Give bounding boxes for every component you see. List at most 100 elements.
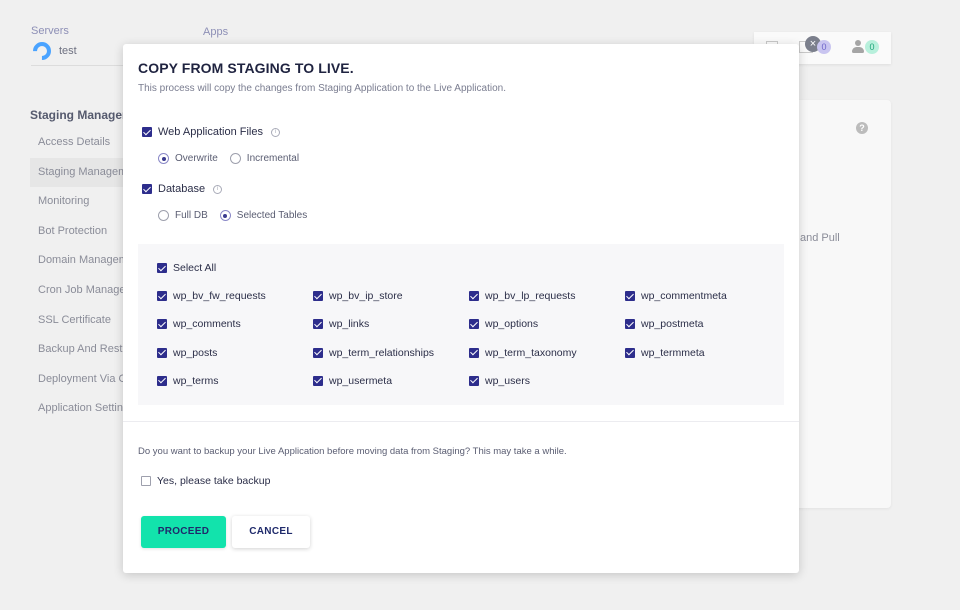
database-label: Database: [158, 183, 206, 195]
sidebar-item[interactable]: Staging Managem: [30, 157, 130, 188]
backup-question: Do you want to backup your Live Applicat…: [138, 446, 567, 457]
sidebar-item[interactable]: Application Settin: [30, 394, 130, 424]
modal-divider: [123, 421, 799, 422]
table-checkbox[interactable]: [313, 347, 323, 358]
select-all-option[interactable]: Select All: [157, 262, 216, 274]
table-name: wp_terms: [173, 374, 219, 387]
table-option[interactable]: wp_posts: [157, 346, 313, 360]
table-option[interactable]: wp_term_taxonomy: [469, 346, 625, 360]
sidebar-item[interactable]: Bot Protection: [30, 217, 130, 247]
web-files-option[interactable]: Web Application Files i: [142, 126, 280, 138]
table-checkbox[interactable]: [313, 319, 323, 330]
modal-subtitle: This process will copy the changes from …: [138, 83, 506, 94]
table-name: wp_bv_lp_requests: [485, 290, 576, 302]
table-name: wp_postmeta: [641, 318, 704, 331]
help-icon[interactable]: ?: [856, 122, 868, 134]
cancel-button[interactable]: CANCEL: [232, 516, 310, 548]
radio-selected-tables[interactable]: Selected Tables: [219, 210, 308, 221]
table-checkbox[interactable]: [625, 319, 635, 330]
table-checkbox[interactable]: [157, 375, 167, 386]
table-option[interactable]: wp_terms: [157, 374, 313, 388]
table-name: wp_comments: [173, 318, 241, 331]
radio-incremental[interactable]: Incremental: [229, 153, 299, 164]
database-option[interactable]: Database i: [142, 183, 223, 195]
radio-overwrite[interactable]: Overwrite: [158, 153, 218, 164]
web-files-label: Web Application Files: [158, 126, 263, 138]
radio-full-db[interactable]: Full DB: [158, 210, 208, 221]
radio-label: Selected Tables: [236, 210, 308, 221]
table-checkbox[interactable]: [469, 347, 479, 358]
table-checkbox[interactable]: [157, 291, 167, 301]
servers-label: Servers: [31, 25, 69, 37]
proceed-button[interactable]: PROCEED: [141, 516, 226, 548]
table-checkbox[interactable]: [313, 375, 323, 386]
table-checkbox[interactable]: [469, 319, 479, 330]
modal-title: COPY FROM STAGING TO LIVE.: [138, 60, 354, 76]
sidebar-item[interactable]: SSL Certificate: [30, 306, 130, 336]
server-selector[interactable]: test: [29, 38, 77, 64]
database-checkbox[interactable]: [142, 184, 152, 194]
sidebar-item[interactable]: Cron Job Manage: [30, 276, 130, 306]
table-checkbox[interactable]: [469, 291, 479, 301]
backup-checkbox[interactable]: [141, 476, 151, 486]
table-name: wp_bv_fw_requests: [173, 290, 266, 302]
table-name: wp_options: [485, 318, 539, 331]
table-checkbox[interactable]: [625, 291, 635, 301]
tables-grid: wp_bv_fw_requests wp_bv_ip_store wp_bv_lp_…: [157, 289, 781, 402]
sidebar-item[interactable]: Monitoring: [30, 187, 130, 217]
table-option[interactable]: wp_bv_lp_requests: [469, 289, 625, 303]
server-name: test: [59, 45, 77, 57]
radio-label: Full DB: [175, 210, 208, 221]
radio-label: Overwrite: [175, 153, 218, 164]
table-option[interactable]: wp_options: [469, 317, 625, 331]
backup-option[interactable]: Yes, please take backup: [141, 475, 270, 487]
table-name: wp_bv_ip_store: [329, 290, 403, 302]
sidebar-item[interactable]: Access Details: [30, 128, 130, 158]
user-icon[interactable]: [852, 40, 864, 54]
table-option[interactable]: wp_commentmeta: [625, 289, 781, 303]
table-option[interactable]: wp_bv_ip_store: [313, 289, 469, 303]
web-files-mode-group: Overwrite Incremental: [158, 153, 299, 164]
table-option[interactable]: wp_term_relationships: [313, 346, 469, 360]
table-checkbox[interactable]: [157, 347, 167, 358]
table-checkbox[interactable]: [469, 375, 479, 386]
users-count-badge: 0: [865, 40, 879, 54]
table-checkbox[interactable]: [625, 347, 635, 358]
table-checkbox[interactable]: [313, 291, 323, 301]
table-option[interactable]: wp_comments: [157, 317, 313, 331]
info-icon[interactable]: i: [270, 127, 280, 137]
table-name: wp_commentmeta: [641, 290, 727, 302]
sidebar-item[interactable]: Backup And Rest: [30, 335, 130, 365]
table-option[interactable]: wp_links: [313, 317, 469, 331]
table-option[interactable]: wp_usermeta: [313, 374, 469, 388]
select-all-label: Select All: [173, 262, 217, 274]
copy-staging-to-live-modal: COPY FROM STAGING TO LIVE. This process …: [123, 44, 799, 573]
card-text: and Pull: [800, 232, 840, 244]
sidebar-item[interactable]: Deployment Via G: [30, 365, 130, 395]
table-option[interactable]: wp_termmeta: [625, 346, 781, 360]
radio-button[interactable]: [158, 210, 169, 221]
sidebar-item[interactable]: Domain Managem: [30, 246, 130, 276]
table-name: wp_term_taxonomy: [485, 346, 577, 359]
apps-label[interactable]: Apps: [203, 26, 228, 38]
web-files-checkbox[interactable]: [142, 127, 152, 137]
table-option[interactable]: wp_bv_fw_requests: [157, 289, 313, 303]
digitalocean-icon: [29, 38, 55, 64]
table-option[interactable]: wp_postmeta: [625, 317, 781, 331]
radio-button[interactable]: [219, 210, 231, 221]
select-all-checkbox[interactable]: [157, 263, 167, 273]
table-checkbox[interactable]: [157, 319, 167, 330]
table-name: wp_users: [485, 374, 530, 387]
tables-panel: Select All wp_bv_fw_requests wp_bv_ip_sto…: [138, 244, 784, 405]
table-name: wp_posts: [173, 346, 218, 359]
section-title: Staging Managem: [30, 108, 133, 122]
table-name: wp_usermeta: [329, 374, 393, 387]
table-name: wp_links: [329, 318, 370, 331]
info-icon[interactable]: i: [213, 184, 223, 194]
radio-button[interactable]: [229, 153, 241, 164]
divider: [31, 65, 126, 66]
table-option[interactable]: wp_users: [469, 374, 625, 388]
table-name: wp_term_relationships: [329, 346, 435, 359]
sidebar-menu: Access Details Staging Managem Monitoring B…: [30, 128, 130, 424]
radio-button[interactable]: [158, 153, 169, 164]
